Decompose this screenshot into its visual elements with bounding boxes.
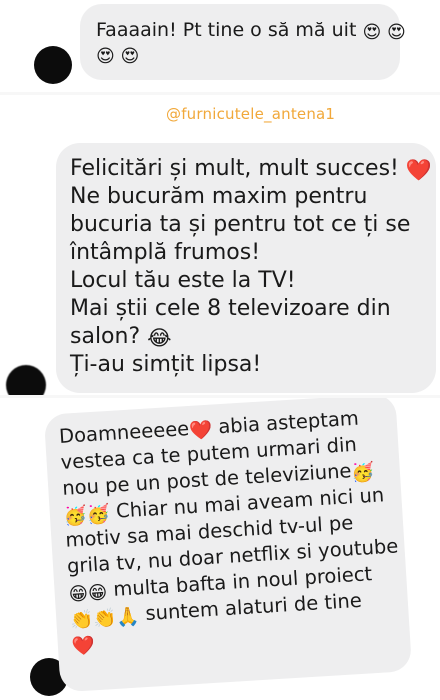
message-text: Faaaain! Pt tine o să mă uit: [96, 19, 357, 41]
message-line: Felicitări și mult, mult succes! ❤️: [70, 155, 432, 183]
message-bubble[interactable]: Faaaain! Pt tine o să mă uit 😍 😍 😍 😍: [80, 4, 406, 80]
avatar[interactable]: [6, 365, 46, 395]
message-line: bucuria ta și pentru tot ce ți se: [70, 212, 411, 237]
message-line: Ți-au simțit lipsa!: [70, 352, 262, 377]
message-bubble[interactable]: Doamneeeee❤️ abia asteptam vestea ca te …: [43, 398, 413, 693]
mention-handle[interactable]: @furnicutele_antena1: [166, 105, 335, 123]
message-line: Mai știi cele 8 televizoare din: [70, 296, 391, 321]
message-panel-2: @furnicutele_antena1 Felicitări și mult,…: [0, 95, 440, 395]
screenshot-collage: Faaaain! Pt tine o să mă uit 😍 😍 😍 😍 @fu…: [0, 0, 440, 700]
message-panel-3: Doamneeeee❤️ abia asteptam vestea ca te …: [0, 398, 440, 700]
message-line: Locul tău este la TV!: [70, 268, 296, 293]
party-face-emoji-icon: 🥳🥳: [63, 504, 111, 528]
message-line: Ne bucurăm maxim pentru: [70, 184, 368, 209]
party-face-emoji-icon: 🥳: [350, 461, 376, 485]
grinning-face-emoji-icon: 😁😁: [68, 582, 109, 606]
red-heart-emoji-icon: ❤️: [71, 635, 96, 658]
message-line: 😍 😍: [96, 42, 384, 66]
red-heart-emoji-icon: ❤️: [405, 158, 432, 182]
heart-eyes-emoji-icon: 😍 😍: [96, 46, 140, 68]
laughing-tears-emoji-icon: 😂: [147, 326, 172, 350]
red-heart-emoji-icon: ❤️: [188, 419, 213, 442]
clapping-hands-emoji-icon: 👏👏🙏: [69, 606, 141, 632]
message-line: întâmplă frumos!: [70, 240, 261, 265]
message-panel-1: Faaaain! Pt tine o să mă uit 😍 😍 😍 😍: [0, 0, 440, 92]
avatar[interactable]: [34, 46, 72, 84]
heart-eyes-emoji-icon: 😍 😍: [362, 22, 406, 43]
message-text: Felicitări și mult, mult succes!: [70, 156, 406, 181]
message-line: salon? 😂: [70, 323, 422, 351]
message-text: salon?: [70, 324, 148, 349]
message-bubble[interactable]: Felicitări și mult, mult succes! ❤️ Ne b…: [56, 143, 436, 393]
message-line: Faaaain! Pt tine o să mă uit 😍 😍: [96, 18, 406, 42]
